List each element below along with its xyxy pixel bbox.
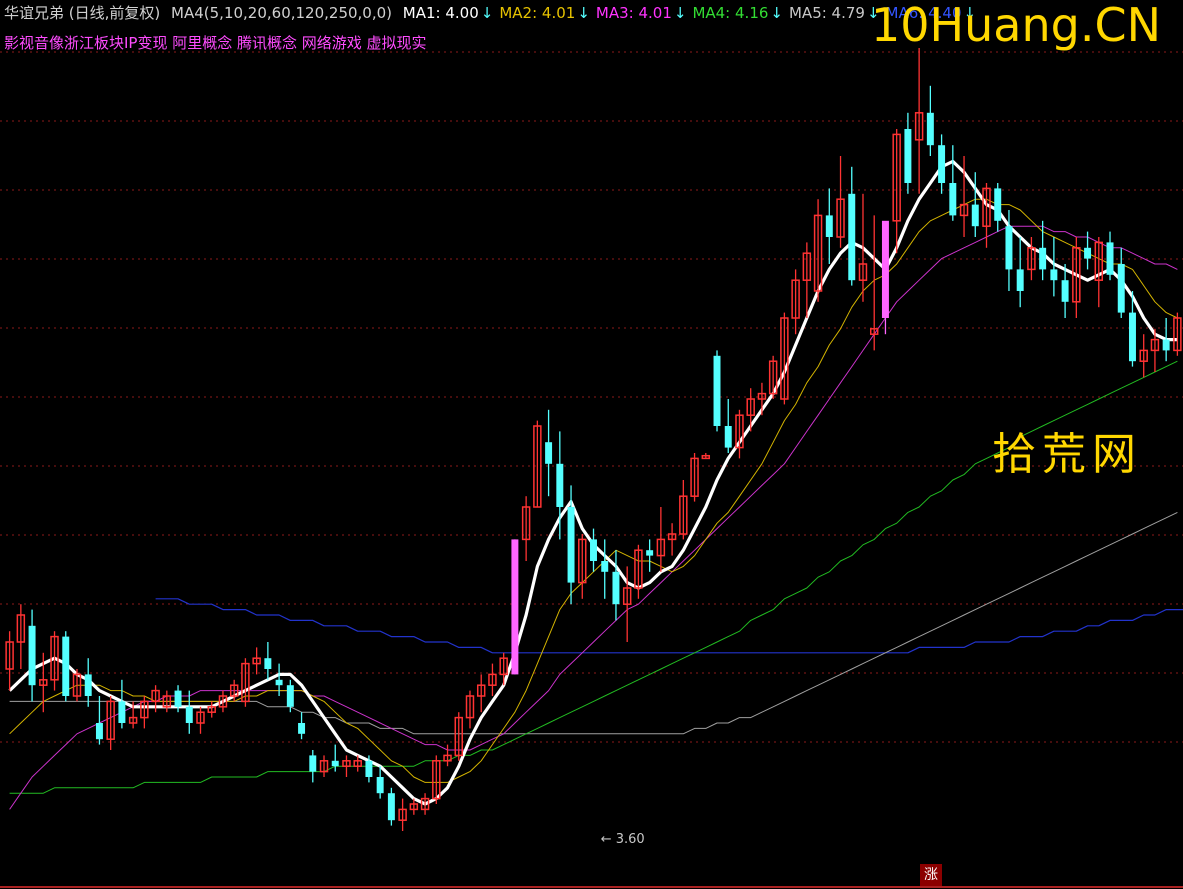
candle-body (881, 220, 889, 318)
candle-body (904, 129, 912, 183)
candle-body (949, 183, 957, 216)
candle-body (601, 561, 609, 572)
ma-line-ma2 (9, 198, 1178, 783)
candle-body (28, 625, 36, 686)
price-annotation: ← 3.60 (601, 832, 645, 847)
candle-body (511, 539, 519, 675)
candle-body (286, 685, 294, 707)
down-arrow-icon: ↓ (480, 4, 494, 22)
candle-body (713, 355, 721, 426)
candle-body (387, 793, 395, 821)
ma-line-ma3 (9, 225, 1178, 810)
candle-body (376, 777, 384, 794)
candle-body (331, 760, 339, 767)
candle-body (1050, 269, 1058, 281)
candle-body (994, 188, 1002, 221)
stock-title: 华谊兄弟 (日线,前复权) (4, 4, 161, 22)
candle-body (567, 507, 575, 583)
candle-body (1162, 339, 1170, 351)
candle-body (275, 679, 283, 686)
candle-body (1117, 264, 1125, 313)
ma-label-2: MA2: 4.01 (499, 4, 576, 22)
candle-body (185, 706, 193, 723)
candle-body (365, 760, 373, 777)
ma-line-ma6 (155, 598, 1183, 654)
down-arrow-icon: ↓ (673, 4, 687, 22)
candle-body (95, 723, 103, 740)
watermark-text: 10Huang.CN (871, 0, 1161, 52)
candle-body (1016, 269, 1024, 291)
ma-label-5: MA5: 4.79 (788, 4, 865, 22)
down-arrow-icon: ↓ (577, 4, 590, 22)
candle-body (590, 539, 597, 561)
candle-body (938, 145, 946, 183)
candle-body (1084, 247, 1092, 259)
candle-body (1061, 280, 1069, 302)
candle-body (309, 755, 317, 772)
candle-body (1106, 242, 1114, 275)
candle-body (724, 426, 732, 448)
candle-body (298, 723, 306, 734)
candle-body (1039, 247, 1047, 270)
ma-label-3: MA3: 4.01 (595, 4, 672, 22)
candle-body (612, 571, 620, 605)
candle-body (646, 550, 654, 556)
concept-tags: 影视音像浙江板块IP变现 阿里概念 腾讯概念 网络游戏 虚拟现实 (4, 34, 427, 52)
ma-line-ma1 (8, 159, 1178, 806)
ma-label-1: MA1: 4.00 (402, 4, 479, 22)
candle-body (825, 215, 833, 237)
candle-body (62, 636, 70, 696)
candle-body (556, 463, 564, 507)
candle-body (84, 674, 92, 696)
candle-body (118, 701, 126, 723)
candle-body (264, 658, 272, 669)
candle-body (1005, 226, 1013, 270)
candle-body (1128, 312, 1136, 362)
candle-body (545, 442, 553, 464)
candle-body (971, 204, 979, 227)
ma-label-4: MA4: 4.16 (692, 4, 769, 22)
candle-body (848, 193, 856, 281)
down-arrow-icon: ↓ (770, 4, 783, 22)
rise-badge: 涨 (920, 864, 942, 886)
candle-body (174, 690, 182, 707)
watermark-text-middle: 拾荒网 (992, 429, 1142, 480)
header-indicator-line: 华谊兄弟 (日线,前复权) MA4(5,10,20,60,120,250,0,0… (4, 2, 988, 23)
indicator-name: MA4(5,10,20,60,120,250,0,0) (171, 4, 393, 22)
candle-body (926, 112, 934, 146)
